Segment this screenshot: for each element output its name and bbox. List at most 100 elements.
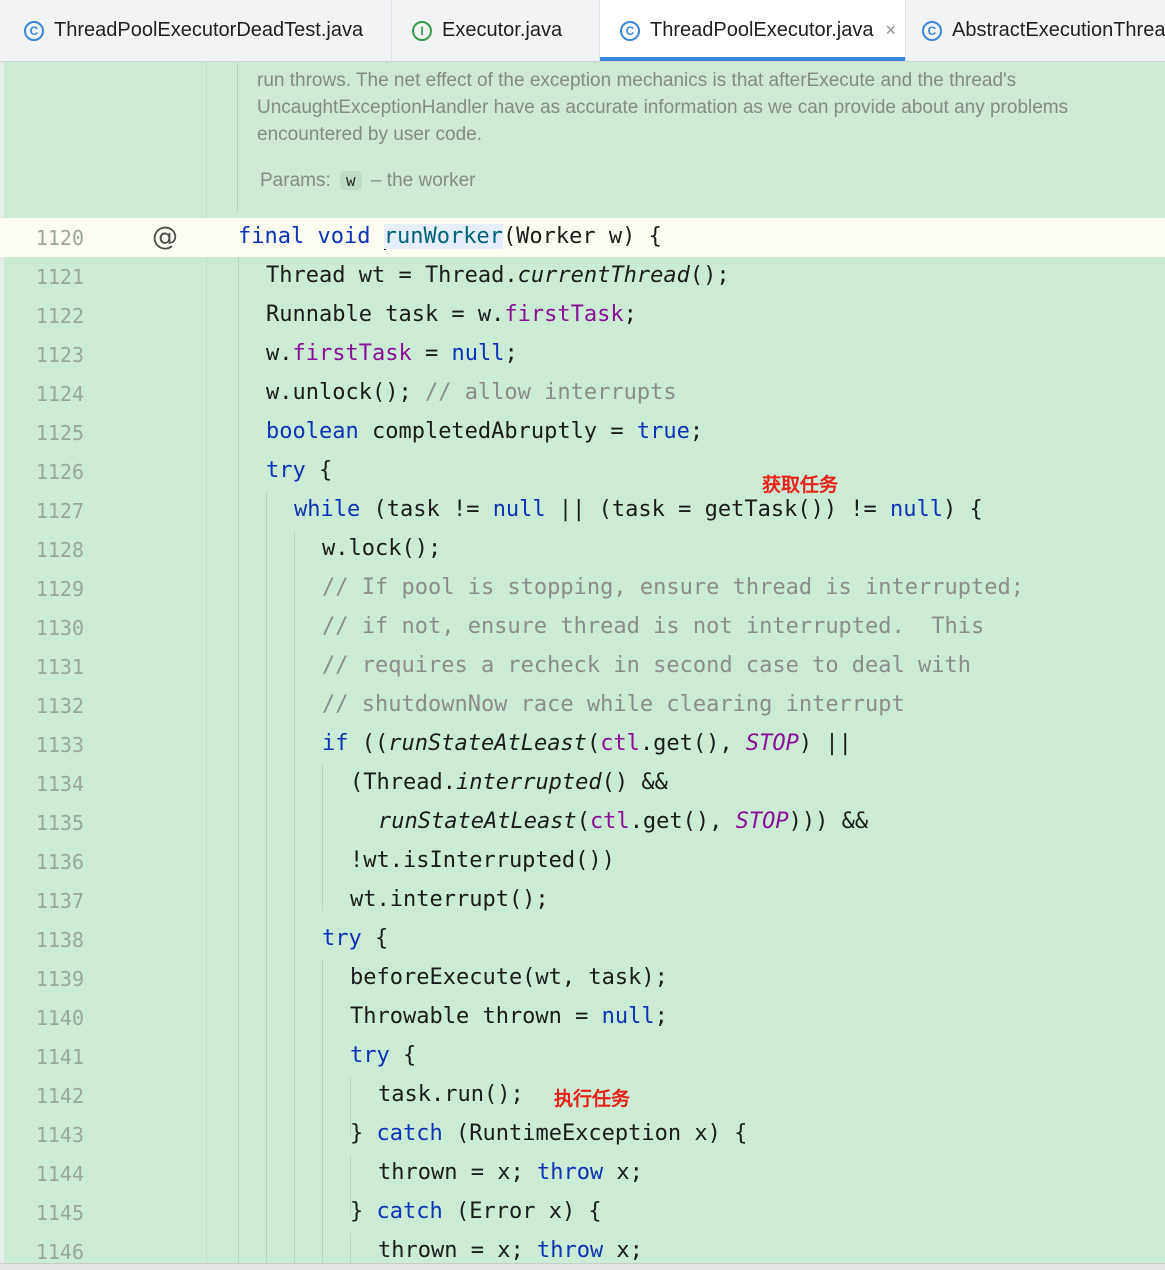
keyword: throw [536, 1238, 604, 1263]
line-number: 1125 [35, 421, 84, 445]
code-line[interactable]: wt.interrupt(); [350, 887, 549, 912]
line-number: 1133 [35, 733, 84, 757]
class-icon: C [620, 20, 640, 41]
code-text: completedAbruptly = [358, 419, 637, 444]
code-line[interactable]: beforeExecute(wt, task); [350, 965, 668, 990]
line-number: 1127 [35, 499, 84, 523]
code-text: wt.interrupt(); [350, 887, 549, 912]
code-text: (); [689, 263, 730, 288]
code-line[interactable]: // shutdownNow race while clearing inter… [322, 692, 905, 717]
code-line[interactable]: } catch (RuntimeException x) { [350, 1121, 747, 1146]
code-line[interactable]: if ((runStateAtLeast(ctl.get(), STOP) || [322, 731, 852, 756]
code-text: (( [348, 731, 389, 756]
interface-icon: I [412, 20, 432, 41]
line-number: 1136 [35, 850, 84, 874]
code-text: ; [623, 302, 637, 327]
code-line[interactable]: w.lock(); [322, 536, 441, 561]
keyword: null [890, 497, 944, 522]
code-line[interactable]: try { [322, 926, 388, 951]
code-text: thrown = x; [378, 1160, 537, 1185]
static-field: STOP [745, 731, 799, 756]
method-name: runWorker [383, 224, 503, 249]
code-line[interactable]: final void runWorker(Worker w) { [238, 224, 662, 250]
keyword: throw [536, 1160, 604, 1185]
field: firstTask [292, 341, 412, 366]
line-number: 1122 [35, 304, 84, 328]
code-editor[interactable]: run throws. The net effect of the except… [0, 62, 1165, 1264]
line-number: 1124 [35, 382, 84, 406]
keyword: catch [376, 1199, 443, 1224]
static-method: runStateAtLeast [378, 809, 577, 834]
code-line[interactable]: w.unlock(); // allow interrupts [266, 380, 677, 405]
line-number: 1129 [35, 577, 84, 601]
code-text: ; [654, 1004, 668, 1029]
indent-guide [294, 531, 295, 1263]
code-text: { [305, 458, 333, 483]
line-number: 1145 [35, 1201, 84, 1225]
code-text: x; [603, 1160, 643, 1185]
code-line[interactable]: // If pool is stopping, ensure thread is… [322, 575, 1024, 600]
code-text: ))) && [788, 809, 869, 834]
code-line[interactable]: boolean completedAbruptly = true; [266, 419, 703, 444]
code-text: = [411, 341, 452, 366]
code-line[interactable]: Thread wt = Thread.currentThread(); [266, 263, 730, 288]
keyword: final [238, 224, 305, 249]
code-text: { [361, 926, 389, 951]
javadoc-bar [237, 62, 238, 212]
line-number: 1135 [35, 811, 84, 835]
params-label: Params: [260, 170, 331, 191]
code-text: (Worker w) { [502, 224, 662, 249]
code-line[interactable]: Runnable task = w.firstTask; [266, 302, 637, 327]
code-line[interactable]: w.firstTask = null; [266, 341, 518, 366]
line-number: 1138 [35, 928, 84, 952]
code-line[interactable]: Throwable thrown = null; [350, 1004, 668, 1029]
code-line[interactable]: // requires a recheck in second case to … [322, 653, 971, 678]
close-tab-icon[interactable]: × [885, 20, 896, 41]
annotation-run-task: 执行任务 [554, 1088, 631, 1110]
code-line[interactable]: task.run(); [378, 1082, 524, 1107]
keyword: if [322, 731, 349, 756]
code-line[interactable]: thrown = x; throw x; [378, 1238, 643, 1263]
comment: // if not, ensure thread is not interrup… [322, 614, 985, 639]
line-number: 1142 [35, 1084, 84, 1108]
keyword: catch [376, 1121, 443, 1146]
line-number: 1120 [35, 226, 84, 250]
tab-threadpoolexecutordeadtest[interactable]: C ThreadPoolExecutorDeadTest.java [0, 0, 392, 61]
tab-executor[interactable]: I Executor.java [392, 0, 600, 61]
code-text: ( [586, 731, 601, 756]
code-text: ; [689, 419, 704, 444]
code-text: w.lock(); [322, 536, 442, 561]
code-text: { [389, 1043, 417, 1068]
code-text: ( [576, 809, 590, 834]
line-number: 1121 [35, 265, 84, 289]
line-number: 1144 [35, 1162, 84, 1186]
code-text: (task != [360, 497, 493, 522]
line-number: 1143 [35, 1123, 84, 1147]
code-text: beforeExecute(wt, task); [350, 965, 668, 990]
code-line[interactable]: runStateAtLeast(ctl.get(), STOP))) && [378, 809, 868, 834]
code-line[interactable]: (Thread.interrupted() && [350, 770, 668, 795]
rendered-javadoc: run throws. The net effect of the except… [207, 62, 1165, 218]
keyword: true [636, 419, 690, 444]
keyword: while [294, 497, 361, 522]
comment: // If pool is stopping, ensure thread is… [322, 575, 1024, 600]
tab-threadpoolexecutor[interactable]: C ThreadPoolExecutor.java × [600, 0, 906, 61]
code-line[interactable]: !wt.isInterrupted()) [350, 848, 615, 873]
code-line[interactable]: // if not, ensure thread is not interrup… [322, 614, 984, 639]
code-line[interactable]: thrown = x; throw x; [378, 1160, 643, 1185]
code-line[interactable]: try { [350, 1043, 416, 1068]
line-number: 1126 [35, 460, 84, 484]
keyword: null [601, 1004, 655, 1029]
code-text: } [350, 1121, 377, 1146]
code-line[interactable]: while (task != null || (task = getTask()… [294, 497, 983, 522]
keyword: boolean [266, 419, 359, 444]
comment: // allow interrupts [424, 380, 677, 405]
tab-abstractexecutionthread[interactable]: C AbstractExecutionThread [906, 0, 1165, 61]
annotation-get-task: 获取任务 [762, 474, 839, 496]
code-line[interactable]: } catch (Error x) { [350, 1199, 602, 1224]
code-text: x; [603, 1238, 643, 1263]
static-method: interrupted [455, 770, 602, 795]
tab-label: Executor.java [442, 19, 563, 41]
code-line[interactable]: try { [266, 458, 332, 483]
overrides-at-icon[interactable]: @ [152, 222, 178, 252]
